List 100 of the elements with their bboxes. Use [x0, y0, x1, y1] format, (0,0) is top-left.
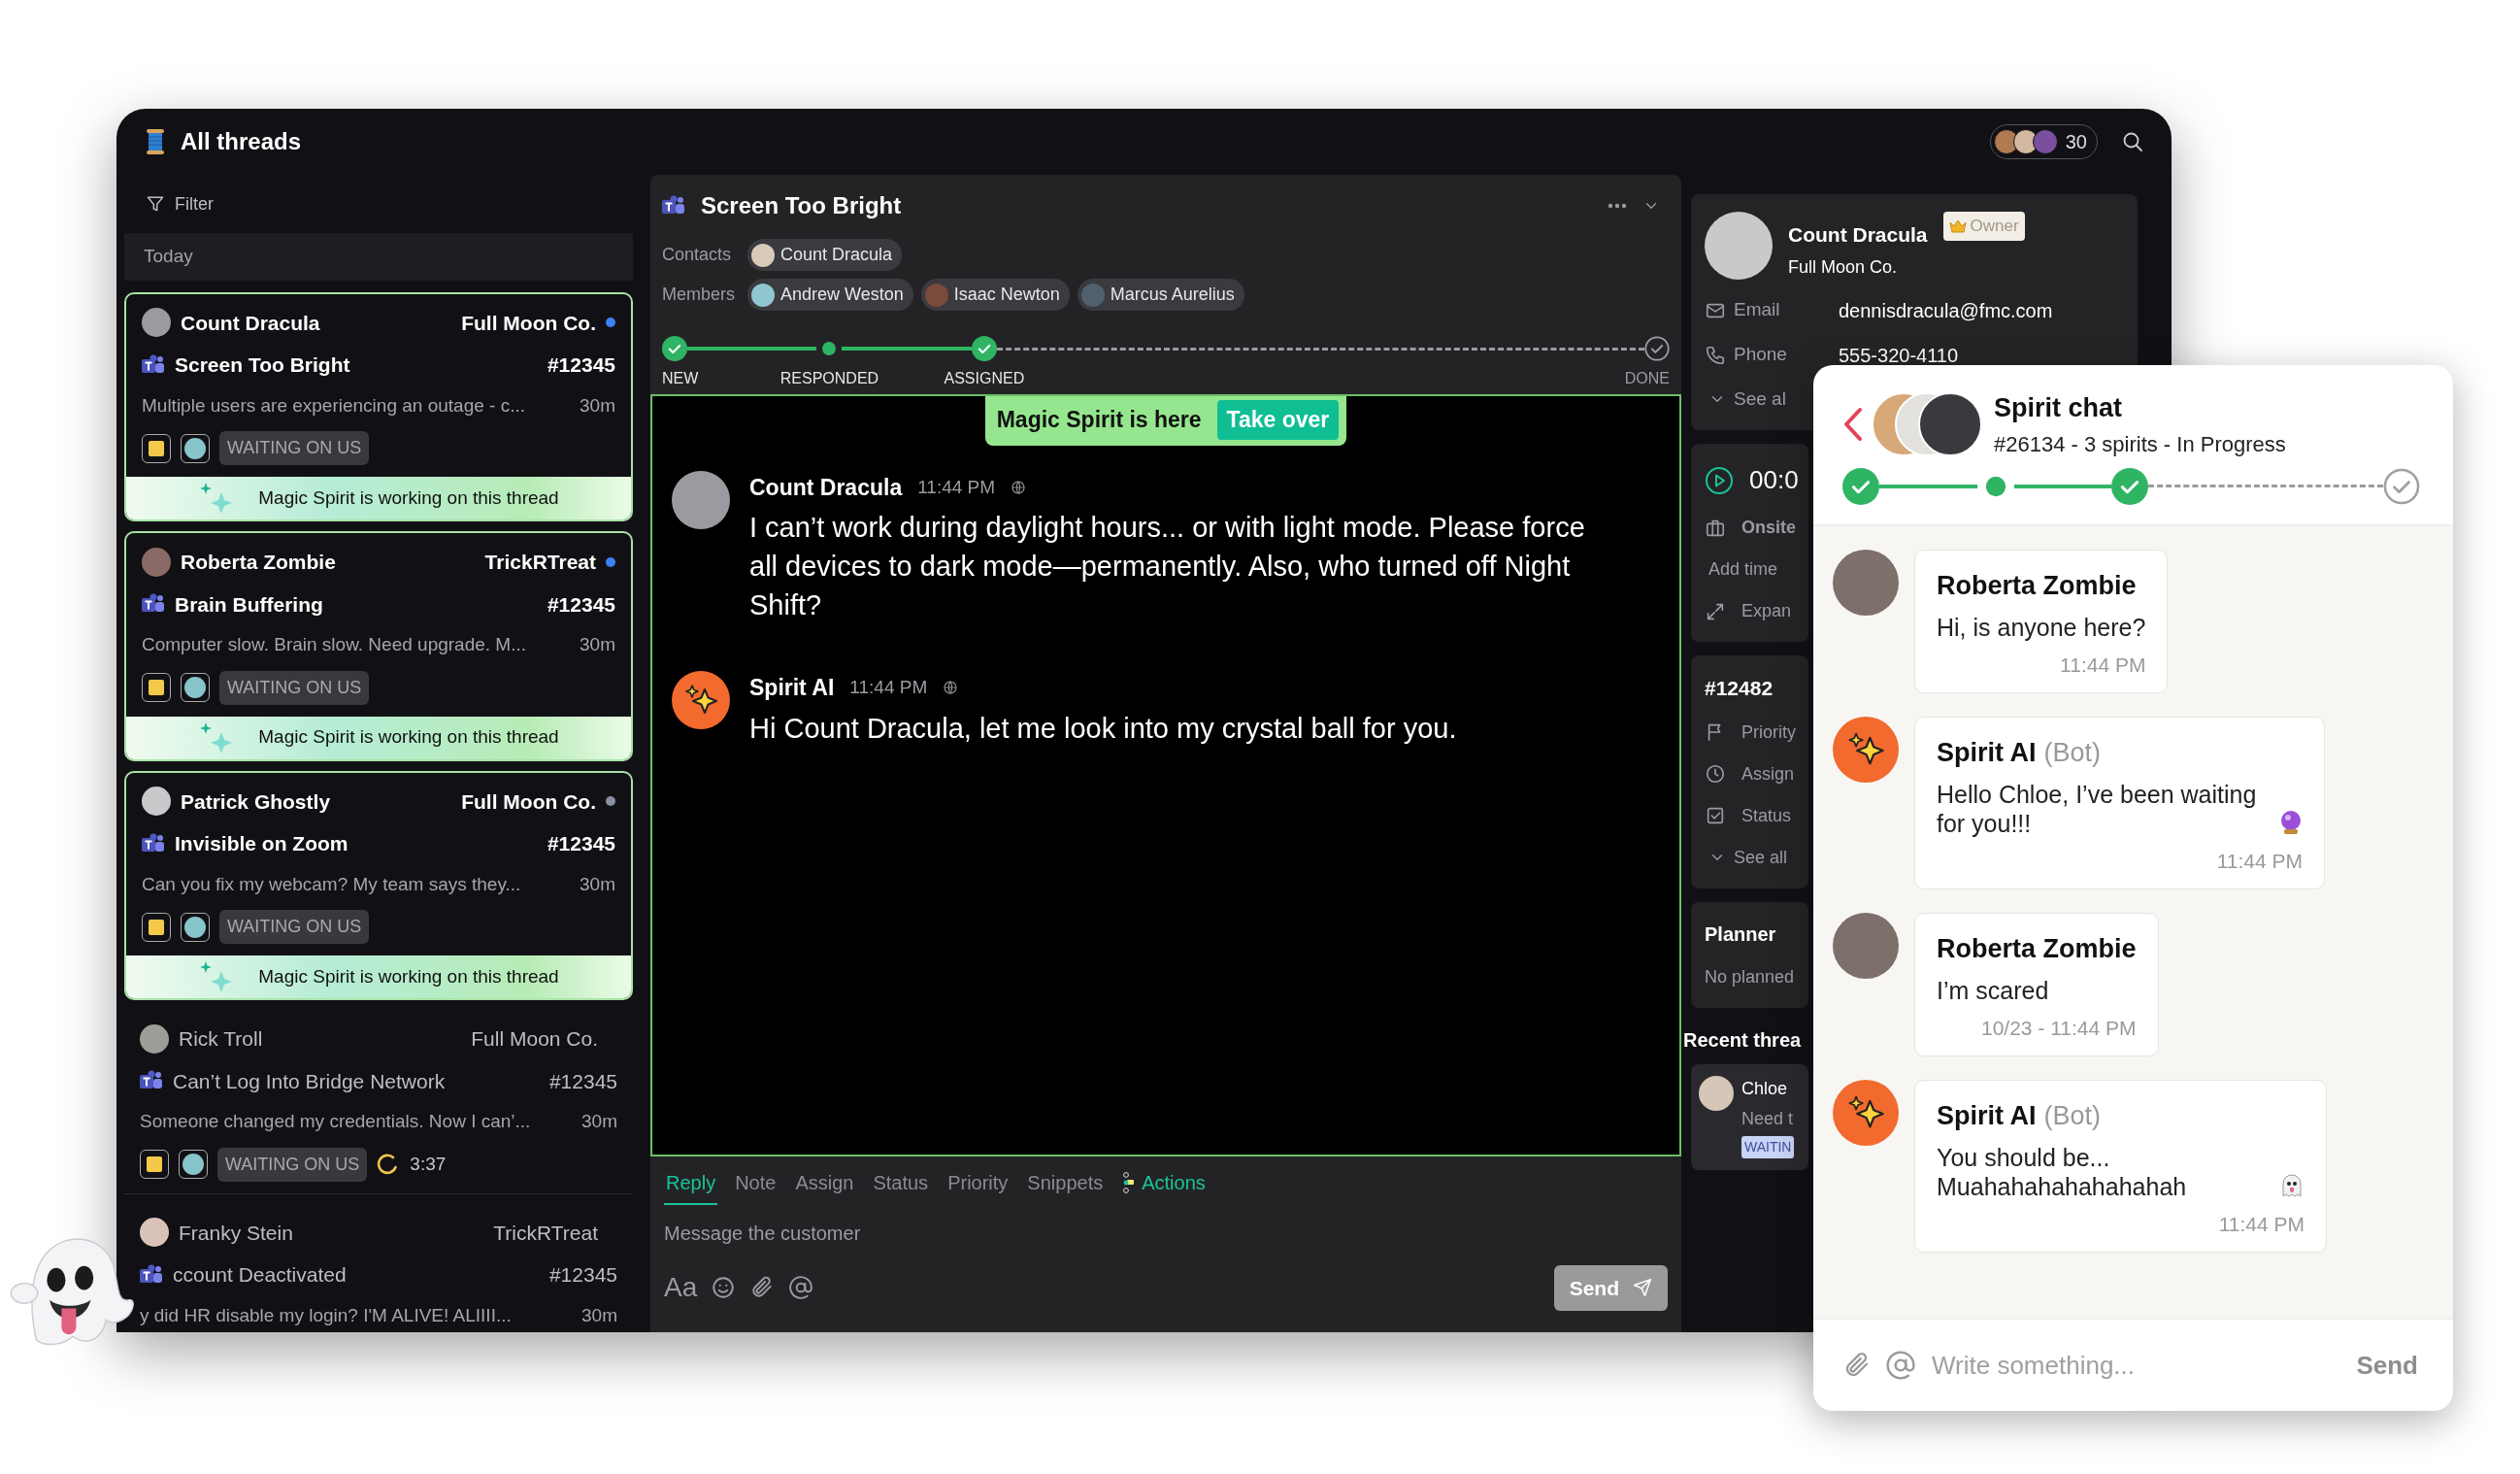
message-text: You should be... Muahahahahahahahah [1937, 1143, 2188, 1201]
contact-name: Rick Troll [179, 1026, 263, 1052]
square-icon [149, 919, 164, 935]
square-icon [149, 440, 164, 456]
spool-icon [146, 128, 165, 155]
company-name: TrickRTreat [493, 1220, 598, 1246]
see-all-link[interactable]: See all [1734, 844, 1788, 871]
avatar [2032, 129, 2058, 154]
thread-snippet: Multiple users are experiencing an outage - c... [142, 393, 526, 418]
composer-tab[interactable]: Note [733, 1161, 779, 1205]
avatar [182, 1154, 204, 1175]
play-icon[interactable] [1705, 465, 1734, 495]
contact-name: Franky Stein [179, 1220, 293, 1246]
send-button[interactable]: Send [2350, 1345, 2424, 1386]
filter-icon[interactable] [146, 194, 165, 214]
message-field[interactable]: Write something... [1930, 1345, 2338, 1386]
field-label: Priority [1741, 720, 1796, 744]
composer-tab[interactable]: Snippets [1025, 1161, 1106, 1205]
thread-snippet: Can you fix my webcam? My team says they... [142, 872, 522, 896]
ticket-number: #12482 [1705, 676, 1774, 701]
planner-title: Planner [1705, 921, 1776, 947]
see-all-link[interactable]: See al [1734, 385, 1786, 413]
person-chip[interactable]: Marcus Aurelius [1077, 279, 1244, 311]
actions-icon [1122, 1171, 1135, 1193]
banner-text: Magic Spirit is working on this thread [258, 964, 559, 988]
thread-subject: ccount Deactivated [173, 1262, 347, 1288]
message-author: Count Dracula [749, 473, 903, 502]
author-tag: (Bot) [2043, 1095, 2102, 1135]
message-text: I can’t work during daylight hours... or with light mode. Please force all devices to dark mode—permanently. Also, who turned off Night Shift? [749, 511, 1586, 622]
contact-name: Roberta Zombie [181, 550, 336, 575]
field-label: Contacts [662, 244, 733, 266]
priority-flag[interactable] [142, 912, 171, 942]
recent-thread-card[interactable]: Chloe Need t WAITIN [1691, 1063, 1808, 1170]
filter-label[interactable]: Filter [175, 190, 214, 218]
person-chip[interactable]: Andrew Weston [747, 279, 913, 311]
banner-text: Magic Spirit is working on this thread [258, 486, 559, 510]
teams-icon [140, 1263, 163, 1286]
thread-card[interactable]: Count Dracula Full Moon Co. Screen Too Bright #12345 Multiple users are experiencing an outage - c... 30m WAITING ON US Magic Spirit is working on this thread [124, 291, 633, 521]
contact-name: Patrick Ghostly [181, 788, 331, 815]
priority-flag[interactable] [142, 673, 171, 702]
thread-age: 30m [581, 1303, 617, 1327]
company-name: TrickRTreat [484, 550, 596, 575]
page-title: All threads [181, 127, 302, 156]
field-label: Email [1734, 298, 1781, 322]
assignee-avatar[interactable] [181, 912, 210, 942]
thread-subject: Screen Too Bright [175, 352, 350, 378]
author-tag: (Bot) [2043, 732, 2102, 772]
person-chip[interactable]: Isaac Newton [920, 279, 1070, 311]
person-chip[interactable]: Count Dracula [747, 239, 903, 271]
message-time: 11:44 PM [2218, 1212, 2304, 1237]
composer-tab[interactable]: Priority [945, 1161, 1011, 1205]
field-label: Status [1741, 804, 1792, 827]
banner-text: Magic Spirit is working on this thread [258, 725, 559, 750]
message-author: Spirit AI [1937, 736, 2037, 769]
assignee-avatar[interactable] [181, 673, 210, 702]
square-icon [149, 680, 164, 695]
thread-subject: Brain Buffering [175, 591, 323, 618]
ticket-number: #12345 [547, 831, 615, 856]
field-value: 555-320-4110 [1839, 343, 1959, 368]
priority-flag[interactable] [140, 1150, 169, 1179]
format-button[interactable]: Aa [664, 1267, 698, 1309]
emoji-icon[interactable] [711, 1275, 737, 1301]
message-time: 11:44 PM [2060, 653, 2146, 678]
composer-tab[interactable]: Status [871, 1161, 931, 1205]
composer-tab[interactable]: Actions [1120, 1161, 1208, 1205]
assignee-avatar[interactable] [181, 433, 210, 463]
thread-age: 30m [581, 1110, 617, 1133]
chat-title: Spirit chat [1994, 392, 2124, 424]
ticket-number: #12345 [547, 591, 615, 618]
priority-flag[interactable] [142, 433, 171, 463]
composer-tab[interactable]: Reply [664, 1161, 718, 1205]
expand-link[interactable]: Expan [1741, 598, 1792, 624]
message-text: Hello Chloe, I’ve been waiting for you!!! [1937, 780, 2258, 838]
back-icon[interactable] [1842, 406, 1864, 442]
thread-snippet: Someone changed my credentials. Now I can’... [140, 1110, 532, 1133]
at-icon[interactable] [1885, 1350, 1916, 1381]
thread-card[interactable]: Roberta Zombie TrickRTreat Brain Buffering #12345 Computer slow. Brain slow. Need upgrade. M... 30m WAITING ON US Magic Spirit is working on this thread [124, 531, 633, 761]
more-icon[interactable] [1608, 203, 1627, 209]
contact-name: Count Dracula [181, 310, 320, 336]
thread-subject: Can’t Log Into Bridge Network [173, 1068, 446, 1094]
at-icon[interactable] [788, 1275, 814, 1301]
add-time-link[interactable]: Add time [1705, 556, 1778, 583]
field-label: Members [662, 284, 736, 306]
status-badge: WAITING ON US [219, 670, 370, 705]
avatar [184, 916, 206, 938]
composer-tab[interactable]: Assign [793, 1161, 856, 1205]
message-text: Hi, is anyone here? [1937, 613, 2146, 642]
assignee-avatar[interactable] [179, 1150, 208, 1179]
globe-icon [943, 680, 959, 696]
ticket-number: #12345 [547, 352, 615, 378]
message-field[interactable]: Message the customer [650, 1204, 1681, 1261]
avatar [142, 787, 171, 817]
message-time: 11:44 PM [2216, 849, 2303, 874]
thread-card[interactable]: Patrick Ghostly Full Moon Co. Invisible on Zoom #12345 Can you fix my webcam? My team says they... 30m WAITING ON US Magic Spirit is working on this thread [124, 770, 633, 1000]
contact-name: Count Dracula [1788, 222, 1928, 248]
section-title: Recent threa [1683, 1027, 1802, 1053]
search-icon[interactable] [2121, 130, 2144, 153]
step-label: NEW [662, 369, 699, 388]
timer: 00:0 [1749, 464, 1799, 496]
contact-name: Chloe [1741, 1077, 1789, 1100]
